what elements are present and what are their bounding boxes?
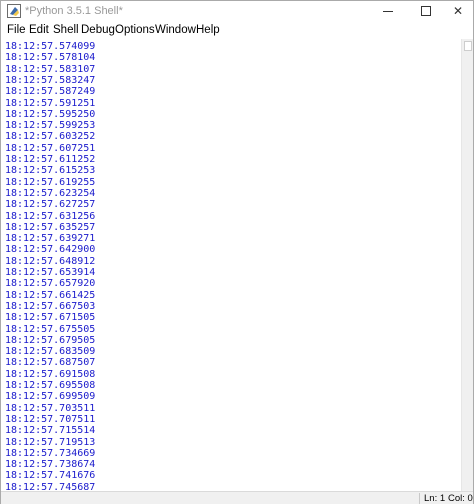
vertical-scrollbar[interactable]	[461, 39, 473, 491]
output-line: 18:12:57.679505	[5, 334, 96, 346]
idle-shell-window: *Python 3.5.1 Shell* ✕ File Edit Shell D…	[0, 0, 474, 504]
close-icon: ✕	[452, 4, 464, 18]
output-line: 18:12:57.595250	[5, 108, 96, 120]
output-line: 18:12:57.587249	[5, 86, 96, 98]
output-line: 18:12:57.738674	[5, 459, 96, 471]
menu-window[interactable]: Window	[155, 24, 196, 36]
output-line: 18:12:57.675505	[5, 323, 96, 335]
python-idle-icon	[7, 4, 21, 18]
output-line: 18:12:57.583107	[5, 63, 96, 75]
output-line: 18:12:57.627257	[5, 199, 96, 211]
output-line: 18:12:57.671505	[5, 312, 96, 324]
output-line: 18:12:57.635257	[5, 221, 96, 233]
output-line: 18:12:57.719513	[5, 436, 96, 448]
output-line: 18:12:57.631256	[5, 210, 96, 222]
menu-options[interactable]: Options	[115, 24, 155, 36]
output-line: 18:12:57.691508	[5, 368, 96, 380]
output-line: 18:12:57.653914	[5, 267, 96, 278]
menu-debug[interactable]: Debug	[81, 24, 115, 36]
output-line: 18:12:57.683509	[5, 346, 96, 358]
output-line: 18:12:57.715514	[5, 425, 96, 437]
status-line-number: Ln: 1	[424, 493, 446, 504]
output-line: 18:12:57.667503	[5, 300, 96, 312]
close-button[interactable]: ✕	[441, 1, 474, 21]
output-line: 18:12:57.591251	[5, 97, 96, 109]
scrollbar-thumb[interactable]	[464, 41, 472, 51]
window-title: *Python 3.5.1 Shell*	[25, 5, 123, 17]
shell-output-area[interactable]: 18:12:57.574099 18:12:57.578104 18:12:57.5…	[1, 39, 461, 491]
output-line: 18:12:57.648912	[5, 255, 96, 267]
output-line: 18:12:57.623254	[5, 187, 96, 199]
output-line: 18:12:57.583247	[5, 74, 96, 86]
output-line: 18:12:57.703511	[5, 402, 96, 414]
output-line: 18:12:57.574099	[5, 41, 96, 52]
output-line: 18:12:57.707511	[5, 413, 96, 425]
title-bar[interactable]: *Python 3.5.1 Shell* ✕	[1, 1, 473, 21]
output-line: 18:12:57.607251	[5, 142, 96, 154]
menu-edit[interactable]: Edit	[29, 24, 49, 36]
menu-help[interactable]: Help	[196, 24, 220, 36]
minimize-icon	[383, 11, 393, 12]
output-line: 18:12:57.615253	[5, 165, 96, 177]
output-line: 18:12:57.745687	[5, 481, 96, 491]
output-line: 18:12:57.657920	[5, 278, 96, 290]
output-line: 18:12:57.603252	[5, 131, 96, 143]
output-line: 18:12:57.661425	[5, 289, 96, 301]
maximize-icon	[421, 6, 431, 16]
output-line: 18:12:57.578104	[5, 52, 96, 64]
output-line: 18:12:57.734669	[5, 447, 96, 459]
minimize-button[interactable]	[371, 1, 405, 21]
maximize-button[interactable]	[409, 1, 443, 21]
menu-bar: File Edit Shell Debug Options Window Hel…	[1, 21, 473, 39]
output-line: 18:12:57.639271	[5, 233, 96, 245]
output-line: 18:12:57.687507	[5, 357, 96, 369]
status-bar: Ln: 1 Col: 0	[1, 491, 473, 504]
output-line: 18:12:57.599253	[5, 120, 96, 132]
menu-file[interactable]: File	[7, 24, 26, 36]
output-line: 18:12:57.695508	[5, 380, 96, 391]
status-column-number: Col: 0	[448, 493, 473, 504]
output-line: 18:12:57.619255	[5, 176, 96, 188]
output-line: 18:12:57.741676	[5, 470, 96, 482]
menu-shell[interactable]: Shell	[53, 24, 79, 36]
output-line: 18:12:57.611252	[5, 154, 96, 165]
output-line: 18:12:57.642900	[5, 244, 96, 256]
status-separator	[419, 493, 420, 504]
output-line: 18:12:57.699509	[5, 391, 96, 403]
